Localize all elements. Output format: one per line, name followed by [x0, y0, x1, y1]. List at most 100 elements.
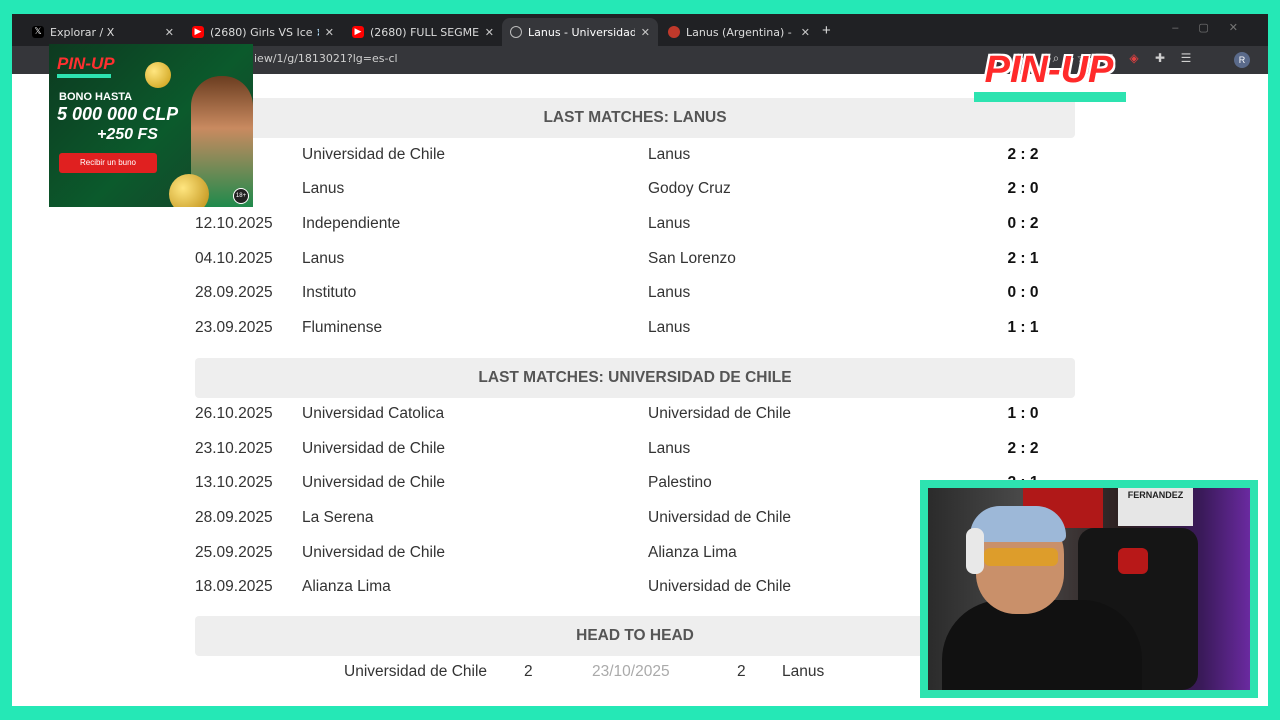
match-away[interactable]: Universidad de Chile [648, 578, 791, 596]
brand-logo-text: PIN-UP [984, 49, 1114, 91]
close-icon[interactable]: ✕ [325, 26, 334, 39]
match-home[interactable]: Fluminense [302, 319, 382, 337]
match-away[interactable]: Godoy Cruz [648, 180, 731, 198]
close-icon[interactable]: ✕ [641, 26, 650, 39]
ad-logo: PIN-UP [57, 54, 115, 73]
sidebar-icon[interactable]: ☰ [1178, 51, 1194, 66]
cap [970, 506, 1066, 542]
webcam-feed: FERNANDEZ [928, 488, 1250, 690]
h2h-date: 23/10/2025 [592, 663, 670, 680]
ad-freespins: +250 FS [97, 126, 158, 143]
match-home[interactable]: Instituto [302, 284, 356, 302]
match-away[interactable]: Lanus [648, 146, 690, 164]
ad-logo-underline [57, 74, 111, 78]
h2h-away-score: 2 [737, 663, 746, 680]
section-header-udechile: LAST MATCHES: UNIVERSIDAD DE CHILE [195, 358, 1075, 398]
url-field[interactable]: iew/1/g/1813021?lg=es-cl [254, 52, 398, 65]
webcam-overlay: FERNANDEZ [920, 480, 1258, 698]
match-home[interactable]: Universidad Catolica [302, 405, 444, 423]
match-away[interactable]: Universidad de Chile [648, 509, 791, 527]
match-away[interactable]: Palestino [648, 474, 712, 492]
youtube-icon: ▶ [352, 26, 364, 38]
casino-ad-banner[interactable]: PIN-UP BONO HASTA 5 000 000 CLP +250 FS … [49, 44, 253, 207]
match-row: 04.10.2025 Lanus San Lorenzo 2 : 1 [195, 242, 1075, 276]
match-home[interactable]: La Serena [302, 509, 374, 527]
match-date: 12.10.2025 [195, 215, 273, 232]
match-away[interactable]: Lanus [648, 215, 690, 233]
match-home[interactable]: Universidad de Chile [302, 544, 445, 562]
close-icon[interactable]: ✕ [485, 26, 494, 39]
match-score: 2 : 1 [1007, 250, 1039, 267]
youtube-icon: ▶ [192, 26, 204, 38]
match-row: 12.10.2025 Independiente Lanus 0 : 2 [195, 207, 1075, 241]
match-date: 26.10.2025 [195, 405, 273, 422]
tab-title: (2680) FULL SEGMENT: lipanda [370, 25, 479, 39]
window-controls[interactable]: –▢✕ [1172, 21, 1258, 34]
match-home[interactable]: Independiente [302, 215, 400, 233]
tab-youtube-2[interactable]: ▶ (2680) FULL SEGMENT: lipanda ✕ [344, 18, 502, 46]
puzzle-icon[interactable]: ✚ [1152, 51, 1168, 66]
match-score: 2 : 2 [1007, 440, 1039, 457]
match-home[interactable]: Universidad de Chile [302, 146, 445, 164]
tab-lanus-argentina[interactable]: Lanus (Argentina) - Univ. de Ch ✕ [660, 18, 818, 46]
match-score: 1 : 0 [1007, 405, 1039, 422]
match-row: 23.10.2025 Universidad de Chile Lanus 2 … [195, 432, 1075, 466]
match-date: 28.09.2025 [195, 284, 273, 301]
match-away[interactable]: Lanus [648, 284, 690, 302]
profile-avatar[interactable]: R [1234, 52, 1250, 68]
match-home[interactable]: Lanus [302, 250, 344, 268]
chair-logo-icon [1118, 548, 1148, 574]
tab-title: Explorar / X [50, 25, 115, 39]
match-home[interactable]: Lanus [302, 180, 344, 198]
tab-title: Lanus - Universidad de Chile [528, 25, 635, 39]
match-away[interactable]: San Lorenzo [648, 250, 736, 268]
match-away[interactable]: Universidad de Chile [648, 405, 791, 423]
match-away[interactable]: Lanus [648, 440, 690, 458]
match-score: 0 : 0 [1007, 284, 1039, 301]
h2h-home[interactable]: Universidad de Chile [344, 663, 487, 681]
tab-title: Lanus (Argentina) - Univ. de Ch [686, 25, 795, 39]
match-date: 28.09.2025 [195, 509, 273, 526]
match-row: 2025 Universidad de Chile Lanus 2 : 2 [195, 138, 1075, 172]
match-score: 0 : 2 [1007, 215, 1039, 232]
match-home[interactable]: Universidad de Chile [302, 440, 445, 458]
new-tab-button[interactable]: + [822, 22, 831, 39]
match-away[interactable]: Lanus [648, 319, 690, 337]
match-home[interactable]: Universidad de Chile [302, 474, 445, 492]
match-score: 2 : 2 [1007, 146, 1039, 163]
close-icon[interactable]: ✕ [801, 26, 810, 39]
match-row: 28.09.2025 Instituto Lanus 0 : 0 [195, 276, 1075, 310]
match-score: 2 : 0 [1007, 180, 1039, 197]
match-row: 23.09.2025 Fluminense Lanus 1 : 1 [195, 311, 1075, 345]
match-row: 26.10.2025 Universidad Catolica Universi… [195, 397, 1075, 431]
streamer-body [942, 600, 1142, 690]
match-date: 23.09.2025 [195, 319, 273, 336]
close-icon[interactable]: ✕ [165, 26, 174, 39]
match-away[interactable]: Alianza Lima [648, 544, 737, 562]
glasses [984, 548, 1058, 566]
headset-icon [966, 528, 984, 574]
ad-bonus-label: BONO HASTA [59, 91, 133, 103]
match-date: 18.09.2025 [195, 578, 273, 595]
match-date: 04.10.2025 [195, 250, 273, 267]
match-home[interactable]: Alianza Lima [302, 578, 391, 596]
tab-x[interactable]: 𝕏 Explorar / X ✕ [24, 18, 182, 46]
match-score: 1 : 1 [1007, 319, 1039, 336]
coin-icon [169, 174, 209, 207]
match-date: 25.09.2025 [195, 544, 273, 561]
match-date: 23.10.2025 [195, 440, 273, 457]
tab-lanus-udechile[interactable]: Lanus - Universidad de Chile ✕ [502, 18, 658, 46]
tab-title: (2680) Girls VS Ice ❄️ LIVE [210, 25, 319, 39]
tab-bar: 𝕏 Explorar / X ✕ ▶ (2680) Girls VS Ice ❄… [12, 14, 1268, 46]
poster-sign: FERNANDEZ [1118, 488, 1193, 526]
section-header-lanus: LAST MATCHES: LANUS [195, 98, 1075, 138]
ad-claim-button[interactable]: Recibir un buno [59, 153, 157, 173]
extension-red-icon[interactable]: ◈ [1126, 51, 1142, 66]
globe-icon [510, 26, 522, 38]
brand-logo: PIN-UP [972, 50, 1126, 102]
h2h-away[interactable]: Lanus [782, 663, 824, 681]
ad-bonus-amount: 5 000 000 CLP [57, 104, 179, 124]
coin-icon [145, 62, 171, 88]
tab-youtube-1[interactable]: ▶ (2680) Girls VS Ice ❄️ LIVE ✕ [184, 18, 342, 46]
h2h-home-score: 2 [524, 663, 533, 680]
